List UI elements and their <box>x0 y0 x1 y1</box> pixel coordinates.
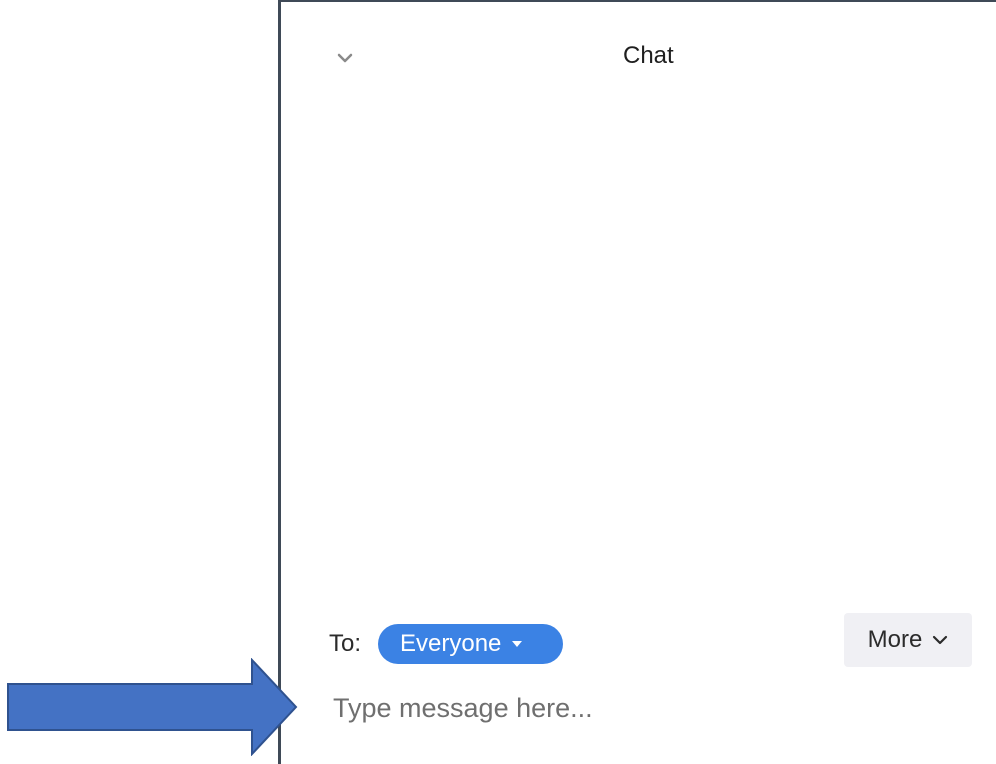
to-label: To: <box>329 630 362 657</box>
recipient-select[interactable]: Everyone <box>378 624 563 664</box>
chevron-down-icon <box>337 53 353 63</box>
chevron-down-icon <box>932 635 948 645</box>
arrow-right-icon <box>7 658 298 756</box>
collapse-chat-button[interactable] <box>333 46 357 70</box>
message-input[interactable] <box>323 686 963 730</box>
more-button[interactable]: More <box>844 613 972 667</box>
recipient-value: Everyone <box>400 630 502 657</box>
chat-messages-area <box>281 92 996 604</box>
caret-down-icon <box>511 640 523 648</box>
chat-title: Chat <box>623 42 674 69</box>
page: Chat To: Everyone More <box>0 0 996 764</box>
chat-panel: Chat To: Everyone More <box>278 0 996 764</box>
more-label: More <box>867 626 923 653</box>
